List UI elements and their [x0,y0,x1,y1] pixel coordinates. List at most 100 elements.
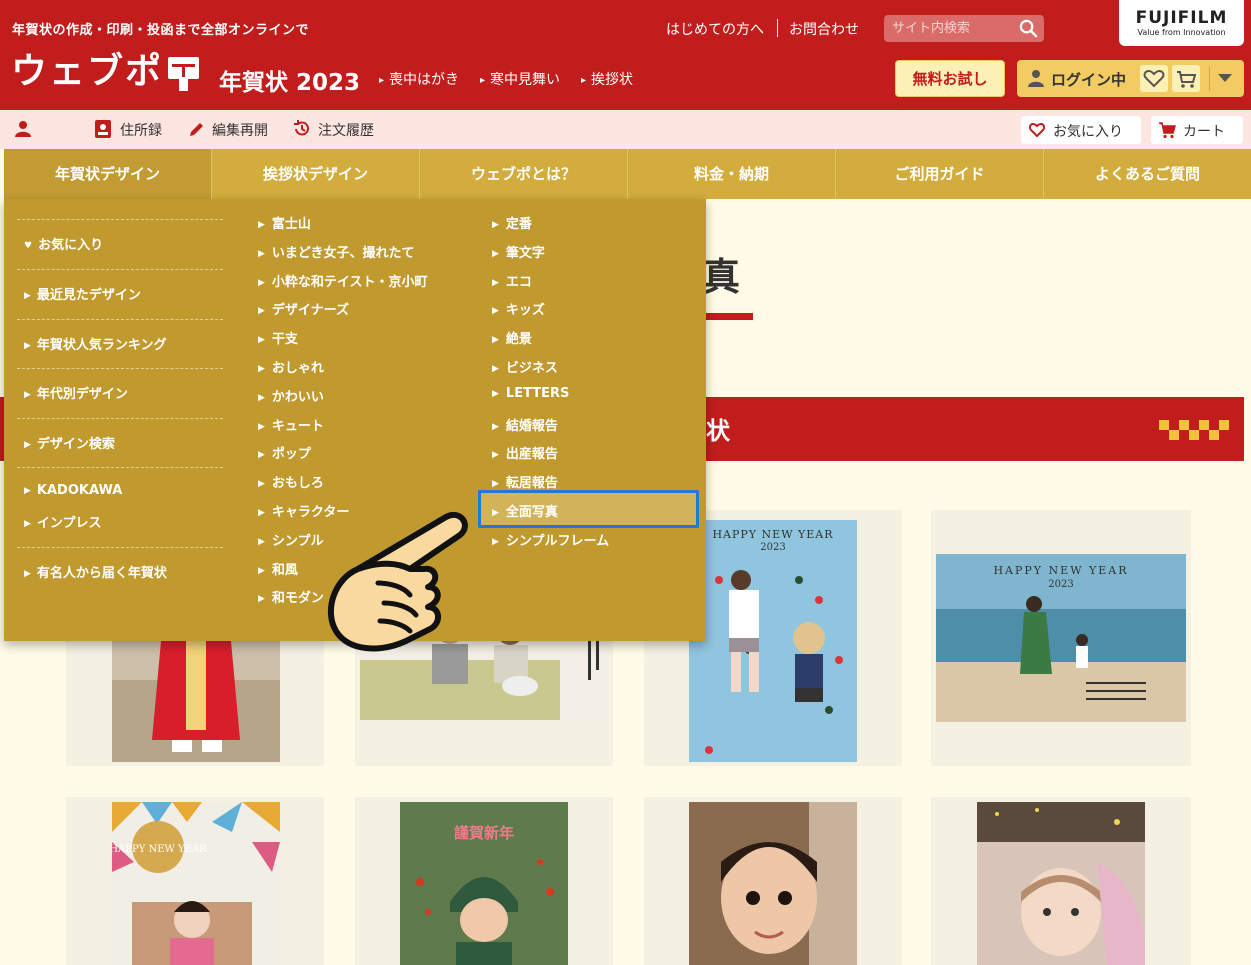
menu-item-category[interactable]: ▶ キッズ [492,299,545,318]
menu-item-category[interactable]: ▶ 小粋な和テイスト・京小町 [258,271,428,290]
menu-divider [17,467,223,468]
menu-item-kadokawa[interactable]: ▶ KADOKAWA [24,483,122,498]
address-book-link[interactable]: 住所録 [120,120,162,140]
search-icon[interactable] [1019,19,1038,38]
menu-item-category[interactable]: ▶ エコ [492,271,532,290]
cart-icon [1159,122,1176,139]
favorites-link[interactable]: お気に入り [1021,116,1141,144]
menu-item-category[interactable]: ▶ キュート [258,415,324,434]
menu-item-category[interactable]: ▶ 和モダン [258,587,324,606]
cart-link[interactable]: カート [1151,116,1243,144]
order-history-link[interactable]: 注文履歴 [318,120,374,140]
design-card[interactable]: 謹賀新年 [355,797,613,965]
postbox-logo-icon [168,57,199,91]
arrow-right-icon: ▶ [492,364,499,374]
menu-item-category[interactable]: ▶ おしゃれ [258,357,324,376]
design-thumbnail-baby [977,802,1145,965]
menu-item-ranking[interactable]: ▶ 年賀状人気ランキング [24,334,167,353]
checker-pattern-icon [1159,420,1229,440]
arrow-right-icon: ▶ [492,306,499,316]
menu-item-category[interactable]: ▶ 和風 [258,559,298,578]
menu-item-category[interactable]: ▶ 干支 [258,328,298,347]
menu-item-category[interactable]: ▶ 定番 [492,213,532,232]
chevron-down-icon[interactable] [1217,72,1233,84]
menu-item-category[interactable]: ▶ 転居報告 [492,472,558,491]
tab-about[interactable]: ウェブポとは？ [420,149,628,199]
fujifilm-logo[interactable]: FUJIFILM Value from Innovation [1119,0,1244,46]
logo-subtitle: 年賀状 2023 [219,70,361,96]
menu-divider [17,269,223,270]
menu-item-category[interactable]: ▶ いまどき女子、撮れたて [258,242,415,261]
tab-new-year-designs[interactable]: 年賀状デザイン [4,149,212,199]
arrow-right-icon: ▶ [258,422,265,432]
menu-divider [17,319,223,320]
menu-item-celebrity[interactable]: ▶ 有名人から届く年賀状 [24,562,167,581]
site-header: 年賀状の作成・印刷・投函まで全部オンラインで はじめての方へ お問合わせ FUJ… [0,0,1251,110]
nav-winter-greetings[interactable]: 寒中見舞い [480,69,560,89]
arrow-right-icon: ▶ [492,220,499,230]
menu-item-by-age[interactable]: ▶ 年代別デザイン [24,383,128,402]
menu-item-category[interactable]: ▶ 富士山 [258,213,311,232]
menu-divider [17,219,223,220]
login-status[interactable]: ログイン中 [1051,69,1126,90]
arrow-right-icon: ▶ [258,220,265,230]
cart-label: カート [1183,124,1225,140]
arrow-right-icon: ▶ [258,479,265,489]
favorites-button[interactable] [1140,65,1168,92]
user-icon[interactable] [13,119,33,139]
menu-item-category[interactable]: ▶ 結婚報告 [492,415,558,434]
user-icon[interactable] [1027,69,1045,87]
page-title: 真 [702,255,741,299]
cart-button[interactable] [1172,65,1200,92]
contact-link[interactable]: お問合わせ [789,19,859,39]
design-card[interactable]: HAPPY NEW YEAR 2023 [931,510,1191,766]
tab-greeting-designs[interactable]: 挨拶状デザイン [212,149,420,199]
menu-item-category[interactable]: ▶ デザイナーズ [258,299,349,318]
free-trial-button[interactable]: 無料お試し [895,60,1005,97]
card3-year: 2023 [760,542,785,553]
tab-pricing[interactable]: 料金・納期 [628,149,836,199]
menu-item-category[interactable]: ▶ 絶景 [492,328,532,347]
menu-item-category[interactable]: ▶ シンプル [258,530,324,549]
menu-item-category[interactable]: ▶ ビジネス [492,357,558,376]
design-card[interactable] [644,797,902,965]
menu-item-category[interactable]: ▶ おもしろ [258,472,324,491]
arrow-right-icon: ▶ [258,249,265,259]
tab-faq[interactable]: よくあるご質問 [1044,149,1251,199]
menu-item-category[interactable]: ▶ ポップ [258,443,311,462]
search-input[interactable] [892,19,1012,38]
login-panel: ログイン中 [1017,60,1244,97]
beginners-link[interactable]: はじめての方へ [666,19,764,39]
menu-item-category[interactable]: ▶ かわいい [258,386,324,405]
toplink-divider [777,19,778,37]
arrow-right-icon: ▶ [492,335,499,345]
menu-item-design-search[interactable]: ▶ デザイン検索 [24,433,115,452]
arrow-right-icon: ▶ [258,566,265,576]
arrow-right-icon: ▶ [24,291,31,301]
arrow-right-icon: ▶ [492,537,499,547]
nav-mourning-cards[interactable]: 喪中はがき [379,69,459,89]
fujifilm-name: FUJIFILM [1135,8,1228,28]
menu-divider [17,418,223,419]
menu-item-category[interactable]: ▶ 出産報告 [492,443,558,462]
site-logo[interactable]: ウェブポ [11,50,163,94]
menu-item-category[interactable]: ▶ 筆文字 [492,242,545,261]
nav-greeting-cards[interactable]: 挨拶状 [581,69,633,89]
menu-item-favorites[interactable]: ♥ お気に入り [24,234,103,253]
arrow-right-icon: ▶ [24,569,31,579]
history-icon [294,120,309,136]
menu-item-category[interactable]: ▶ LETTERS [492,386,569,401]
cart-icon [1177,71,1197,88]
design-thumbnail-boy-portrait [689,802,857,965]
menu-item-full-photo[interactable]: ▶ 全面写真 [492,501,558,520]
menu-item-category[interactable]: ▶ シンプルフレーム [492,530,609,549]
menu-item-impress[interactable]: ▶ インプレス [24,512,102,531]
tab-guide[interactable]: ご利用ガイド [836,149,1044,199]
design-card[interactable]: HAPPY NEW YEAR [66,797,324,965]
arrow-right-icon: ▶ [258,306,265,316]
design-card[interactable] [931,797,1191,965]
heart-icon: ♥ [24,241,33,251]
menu-item-recent[interactable]: ▶ 最近見たデザイン [24,284,141,303]
section-banner-title: 状 [706,417,730,445]
resume-editing-link[interactable]: 編集再開 [212,120,268,140]
